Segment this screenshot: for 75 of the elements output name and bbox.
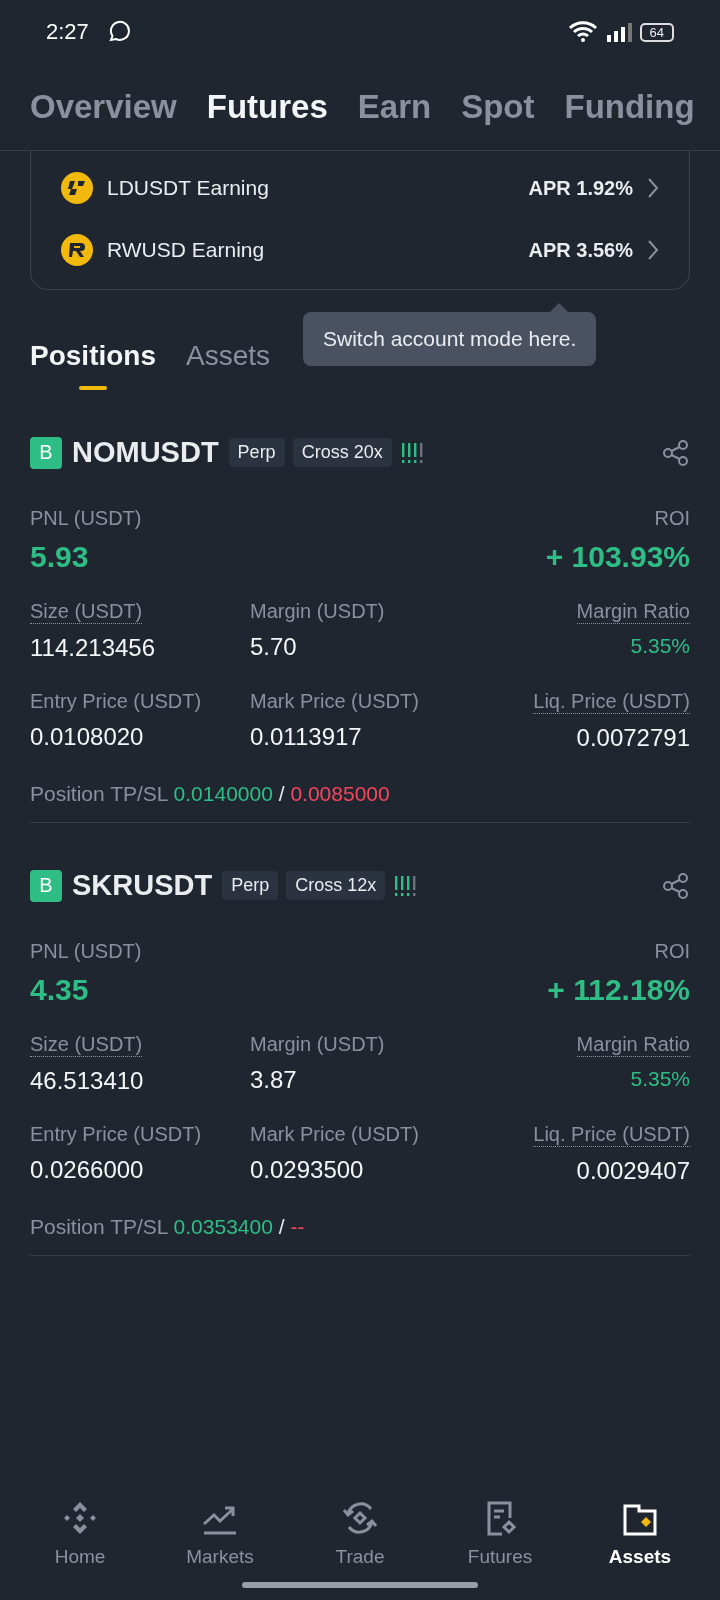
side-badge: B: [30, 436, 62, 469]
roi-label: ROI: [654, 507, 690, 529]
pnl-label: PNL (USDT): [30, 507, 142, 529]
account-tab[interactable]: Spot: [461, 88, 535, 126]
nav-item[interactable]: Futures: [440, 1498, 560, 1568]
position-tag: Cross 12x: [286, 871, 386, 900]
field-label: Mark Price (USDT): [250, 1123, 419, 1146]
pnl-value: 5.93: [30, 540, 90, 574]
field-label: Margin (USDT): [250, 1033, 385, 1056]
field-value: 0.0072791: [576, 724, 690, 752]
share-icon[interactable]: [662, 871, 690, 900]
field-value: 0.0029407: [576, 1157, 690, 1185]
field-value: 0.0113917: [250, 723, 362, 751]
field-label: Mark Price (USDT): [250, 690, 419, 713]
field-value: 3.87: [250, 1066, 297, 1094]
account-tab[interactable]: Earn: [357, 88, 432, 126]
nav-item[interactable]: Home: [20, 1498, 140, 1568]
tooltip-pointer: [550, 303, 569, 312]
apr-value: APR 3.56%: [528, 238, 633, 262]
field-label: Entry Price (USDT): [30, 690, 202, 713]
field-value: 0.0266000: [30, 1156, 144, 1184]
take-profit-value: 0.0353400: [173, 1215, 273, 1238]
separator: /: [278, 782, 285, 805]
field-label: Liq. Price (USDT): [533, 1123, 690, 1147]
coin-icon: [61, 172, 93, 204]
stop-loss-value: 0.0085000: [290, 782, 390, 805]
symbol-name: NOMUSDT: [72, 436, 219, 469]
account-tab[interactable]: Overview: [30, 88, 177, 126]
section-tab[interactable]: Assets: [186, 340, 271, 390]
field-value: 0.0108020: [30, 723, 144, 751]
roi-label: ROI: [654, 940, 690, 962]
symbol-name: SKRUSDT: [72, 869, 213, 902]
field-label: Liq. Price (USDT): [533, 690, 690, 714]
earn-product-name: LDUSDT Earning: [107, 176, 269, 200]
pnl-label: PNL (USDT): [30, 940, 142, 962]
wifi-icon: [567, 21, 598, 43]
earn-product-name: RWUSD Earning: [107, 238, 265, 262]
side-badge: B: [30, 869, 62, 902]
status-time: 2:27: [46, 19, 89, 45]
stop-loss-value: --: [290, 1215, 305, 1238]
apr-value: APR 1.92%: [528, 176, 633, 200]
tp-sl-label: Position TP/SL: [30, 1215, 168, 1238]
field-value: 5.70: [250, 633, 297, 661]
position-tag: Cross 20x: [292, 438, 392, 467]
field-value: 46.513410: [30, 1067, 144, 1095]
take-profit-value: 0.0140000: [173, 782, 273, 805]
field-label: Entry Price (USDT): [30, 1123, 202, 1146]
share-icon[interactable]: [662, 438, 690, 467]
field-value: 114.213456: [30, 634, 155, 662]
pnl-value: 4.35: [30, 973, 90, 1007]
separator: /: [278, 1215, 285, 1238]
roi-value: + 103.93%: [545, 540, 690, 574]
signal-icon: [605, 22, 632, 42]
chevron-right-icon: [647, 239, 659, 261]
field-label: Margin Ratio: [576, 1033, 690, 1057]
account-tab[interactable]: Futures: [206, 88, 328, 126]
tp-sl-label: Position TP/SL: [30, 782, 168, 805]
section-tab[interactable]: Positions: [30, 340, 156, 390]
roi-value: + 112.18%: [547, 973, 690, 1007]
position-tag: Perp: [222, 871, 279, 900]
coin-icon: [61, 234, 93, 266]
nav-item[interactable]: Markets: [160, 1498, 280, 1568]
nav-item[interactable]: Assets: [580, 1498, 700, 1568]
field-value: 5.35%: [630, 1067, 690, 1091]
account-tab[interactable]: Funding: [564, 88, 695, 126]
battery-indicator: 64: [639, 22, 674, 42]
field-label: Size (USDT): [30, 1033, 143, 1057]
field-value: 5.35%: [630, 634, 690, 658]
chevron-right-icon: [647, 177, 659, 199]
nav-item[interactable]: Trade: [300, 1498, 420, 1568]
field-label: Margin Ratio: [576, 600, 690, 624]
field-label: Size (USDT): [30, 600, 143, 624]
field-label: Margin (USDT): [250, 600, 385, 623]
field-value: 0.0293500: [250, 1156, 364, 1184]
position-tag: Perp: [228, 438, 285, 467]
